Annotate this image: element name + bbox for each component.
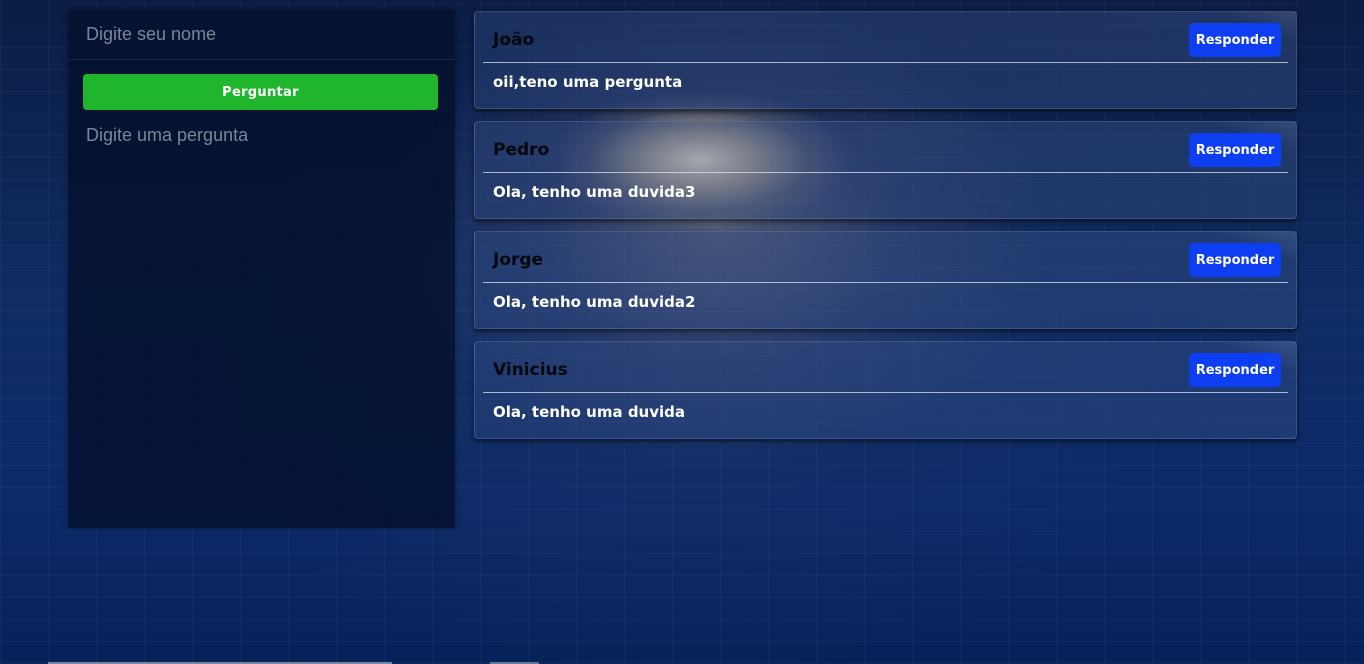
- question-text: Ola, tenho uma duvida2: [493, 293, 696, 311]
- question-card: Pedro Responder Ola, tenho uma duvida3: [474, 121, 1297, 219]
- question-author: João: [493, 30, 535, 50]
- question-list: João Responder oii,teno uma pergunta Ped…: [474, 11, 1297, 451]
- question-form-panel: Perguntar: [68, 10, 455, 528]
- reply-button[interactable]: Responder: [1189, 23, 1281, 57]
- question-text: Ola, tenho uma duvida3: [493, 183, 696, 201]
- question-author: Vinicius: [493, 360, 568, 380]
- question-text: oii,teno uma pergunta: [493, 73, 683, 91]
- question-card-header: Vinicius Responder: [483, 342, 1288, 393]
- question-card-header: João Responder: [483, 12, 1288, 63]
- question-card-header: Pedro Responder: [483, 122, 1288, 173]
- reply-button[interactable]: Responder: [1189, 133, 1281, 167]
- question-card: Jorge Responder Ola, tenho uma duvida2: [474, 231, 1297, 329]
- reply-button[interactable]: Responder: [1189, 243, 1281, 277]
- question-card: João Responder oii,teno uma pergunta: [474, 11, 1297, 109]
- reply-button[interactable]: Responder: [1189, 353, 1281, 387]
- name-input[interactable]: [68, 10, 455, 60]
- question-author: Jorge: [493, 250, 544, 270]
- question-text: Ola, tenho uma duvida: [493, 403, 686, 421]
- question-card: Vinicius Responder Ola, tenho uma duvida: [474, 341, 1297, 439]
- question-card-header: Jorge Responder: [483, 232, 1288, 283]
- ask-button[interactable]: Perguntar: [83, 74, 438, 110]
- question-input[interactable]: [68, 110, 455, 160]
- question-author: Pedro: [493, 140, 550, 160]
